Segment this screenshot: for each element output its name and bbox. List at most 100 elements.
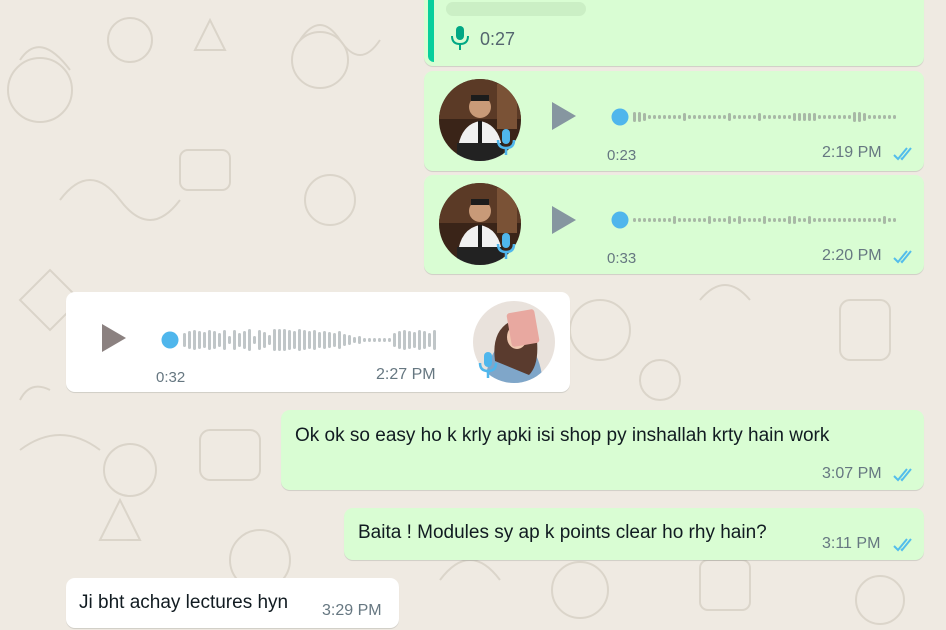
waveform-bar (198, 331, 201, 349)
waveform-bar (868, 115, 871, 119)
play-icon[interactable] (550, 100, 578, 132)
waveform-bar (423, 331, 426, 349)
waveform-bar (738, 216, 741, 224)
waveform-bar (318, 332, 321, 348)
voice-waveform[interactable] (161, 328, 441, 352)
play-icon[interactable] (550, 204, 578, 236)
play-icon[interactable] (100, 322, 128, 354)
waveform-bar (648, 115, 651, 119)
waveform-bar (838, 115, 841, 119)
waveform-bar (778, 115, 781, 119)
voice-waveform[interactable] (611, 107, 901, 127)
waveform-bar (888, 115, 891, 119)
waveform-bar (693, 218, 696, 222)
voice-duration: 0:23 (607, 147, 637, 164)
waveform-bar (818, 115, 821, 119)
message-text: Ji bht achay lectures hyn (79, 592, 289, 613)
waveform-bar (718, 115, 721, 119)
waveform-bar (803, 218, 806, 222)
waveform-bar (213, 331, 216, 349)
waveform-bar (698, 115, 701, 119)
quoted-voice-message[interactable]: 0:27 (424, 0, 924, 66)
waveform-bar (193, 330, 196, 350)
waveform-bar (843, 218, 846, 222)
waveform-bar (658, 115, 661, 119)
waveform-bar (758, 113, 761, 121)
waveform-bar (823, 218, 826, 222)
waveform-bar (793, 113, 796, 121)
message-time: 3:29 PM (322, 602, 382, 619)
mic-badge-icon (478, 352, 498, 378)
waveform-bar (308, 331, 311, 349)
waveform-bar (378, 338, 381, 342)
waveform-bar (743, 115, 746, 119)
mic-badge-icon (496, 233, 516, 259)
waveform-bar (763, 216, 766, 224)
waveform-bar (828, 218, 831, 222)
quoted-sender-name (446, 2, 586, 16)
waveform-bar (678, 115, 681, 119)
waveform-bar (873, 115, 876, 119)
waveform-bar (368, 338, 371, 342)
waveform-bar (398, 331, 401, 349)
waveform-bar (648, 218, 651, 222)
waveform-bar (638, 112, 641, 122)
voice-message-incoming: 0:32 2:27 PM (66, 292, 570, 392)
waveform-bar (788, 115, 791, 119)
waveform-bar (253, 336, 256, 344)
waveform-bar (888, 218, 891, 222)
waveform-bar (883, 216, 886, 224)
waveform-bar (743, 218, 746, 222)
waveform-bar (798, 113, 801, 121)
waveform-bar (693, 115, 696, 119)
waveform-bar (853, 112, 856, 122)
waveform-bar (633, 218, 636, 222)
read-ticks-icon (893, 538, 912, 552)
waveform-bar (698, 218, 701, 222)
waveform-bar (723, 115, 726, 119)
message-time: 2:27 PM (376, 366, 436, 383)
waveform-bar (878, 218, 881, 222)
waveform-progress-dot[interactable] (611, 211, 629, 229)
waveform-progress-dot[interactable] (161, 331, 179, 349)
waveform-bar (813, 113, 816, 121)
waveform-bar (823, 115, 826, 119)
waveform-bar (733, 115, 736, 119)
waveform-bar (363, 338, 366, 342)
waveform-bar (208, 330, 211, 350)
message-text: Ok ok so easy ho k krly apki isi shop py… (295, 425, 830, 446)
message-text: Baita ! Modules sy ap k points clear ho … (358, 522, 767, 543)
text-message-outgoing: Ok ok so easy ho k krly apki isi shop py… (281, 410, 924, 490)
waveform-bar (863, 113, 866, 121)
waveform-bar (263, 332, 266, 348)
waveform-bar (388, 338, 391, 342)
waveform-bar (848, 115, 851, 119)
waveform-bar (633, 112, 636, 122)
waveform-bar (288, 330, 291, 350)
waveform-progress-dot[interactable] (611, 108, 629, 126)
mic-badge-icon (496, 129, 516, 155)
waveform-bar (683, 218, 686, 222)
voice-message-outgoing: 0:23 2:19 PM (424, 71, 924, 171)
waveform-bar (338, 331, 341, 349)
waveform-bar (638, 218, 641, 222)
waveform-bar (873, 218, 876, 222)
waveform-bar (653, 115, 656, 119)
waveform-bar (828, 115, 831, 119)
voice-duration: 0:32 (156, 369, 186, 386)
waveform-bar (813, 218, 816, 222)
waveform-bar (703, 218, 706, 222)
waveform-bar (293, 331, 296, 349)
waveform-bar (798, 218, 801, 222)
waveform-bar (663, 115, 666, 119)
waveform-bar (788, 216, 791, 224)
waveform-bar (323, 331, 326, 349)
voice-waveform[interactable] (611, 210, 901, 230)
waveform-bar (703, 115, 706, 119)
waveform-bar (248, 329, 251, 351)
waveform-bar (383, 338, 386, 342)
waveform-bar (643, 113, 646, 121)
waveform-bar (883, 115, 886, 119)
waveform-bar (893, 115, 896, 119)
waveform-bar (713, 218, 716, 222)
